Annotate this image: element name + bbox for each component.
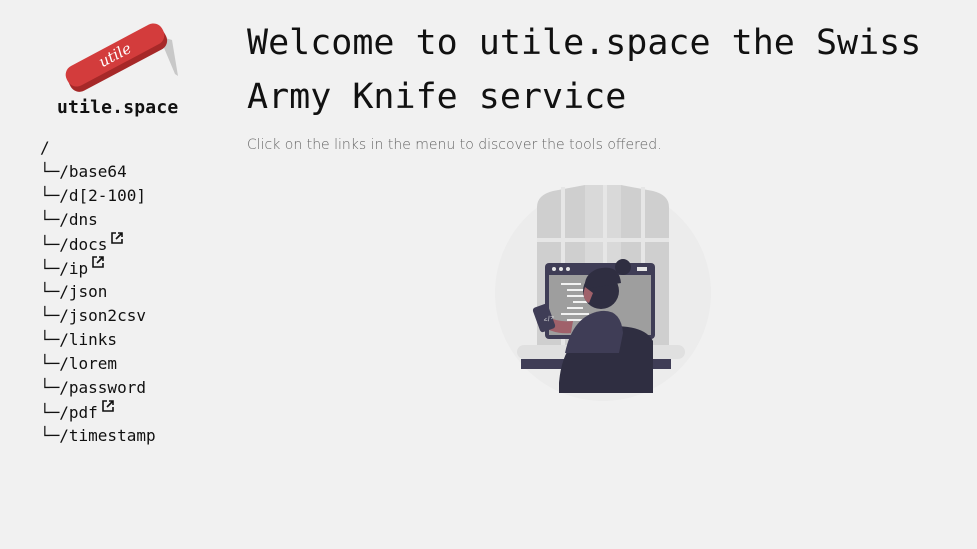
nav-item-password[interactable]: └─/password	[40, 376, 156, 400]
nav-root-label[interactable]: /	[40, 138, 50, 157]
nav-item-label[interactable]: /links	[59, 330, 117, 349]
nav-item-label[interactable]: /timestamp	[59, 426, 155, 445]
tree-branch: └─	[40, 235, 60, 254]
external-link-icon	[111, 232, 124, 244]
knife-handle: utile	[65, 23, 168, 92]
page-subtitle: Click on the links in the menu to discov…	[247, 137, 662, 153]
external-link-icon	[101, 400, 114, 412]
nav-item-json2csv[interactable]: └─/json2csv	[40, 304, 156, 328]
brand-name[interactable]: utile.space	[57, 97, 178, 118]
developer-illustration: </>	[495, 185, 711, 401]
nav-item-links[interactable]: └─/links	[40, 328, 156, 352]
tree-branch: └─	[40, 259, 60, 278]
nav-item-dns[interactable]: └─/dns	[40, 208, 156, 232]
external-link-icon	[92, 256, 104, 268]
nav-root[interactable]: /	[40, 136, 156, 160]
page: utile utile.space / └─/base64 └─/d[2-100…	[0, 0, 977, 549]
nav-item-dice[interactable]: └─/d[2-100]	[40, 184, 156, 208]
nav-item-lorem[interactable]: └─/lorem	[40, 352, 156, 376]
tree-branch: └─	[40, 354, 60, 373]
nav-item-label[interactable]: /d[2-100]	[59, 186, 146, 205]
utile-knife-logo[interactable]: utile	[55, 10, 185, 94]
nav-item-label[interactable]: /dns	[59, 210, 98, 229]
sidebar: utile utile.space / └─/base64 └─/d[2-100…	[0, 0, 220, 549]
tree-branch: └─	[40, 378, 60, 397]
tree-branch: └─	[40, 306, 60, 325]
tree-branch: └─	[40, 426, 60, 445]
nav-item-label[interactable]: /docs	[59, 235, 107, 254]
tree-branch: └─	[40, 330, 60, 349]
nav-item-label[interactable]: /pdf	[59, 403, 98, 422]
tree-branch: └─	[40, 210, 60, 229]
tree-branch: └─	[40, 282, 60, 301]
nav-item-base64[interactable]: └─/base64	[40, 160, 156, 184]
nav-item-label[interactable]: /json2csv	[59, 306, 146, 325]
tree-branch: └─	[40, 186, 60, 205]
nav-item-label[interactable]: /ip	[59, 259, 88, 278]
nav-item-ip[interactable]: └─/ip	[40, 256, 156, 280]
nav-item-label[interactable]: /lorem	[59, 354, 117, 373]
nav-item-label[interactable]: /json	[59, 282, 107, 301]
nav-item-json[interactable]: └─/json	[40, 280, 156, 304]
tree-branch: └─	[40, 162, 60, 181]
nav-item-label[interactable]: /base64	[59, 162, 126, 181]
nav-tree: / └─/base64 └─/d[2-100] └─/dns └─/docs └…	[40, 136, 156, 448]
nav-item-pdf[interactable]: └─/pdf	[40, 400, 156, 424]
page-title: Welcome to utile.space the Swiss Army Kn…	[247, 23, 922, 117]
nav-item-timestamp[interactable]: └─/timestamp	[40, 424, 156, 448]
nav-item-docs[interactable]: └─/docs	[40, 232, 156, 256]
nav-item-label[interactable]: /password	[59, 378, 146, 397]
tree-branch: └─	[40, 403, 60, 422]
